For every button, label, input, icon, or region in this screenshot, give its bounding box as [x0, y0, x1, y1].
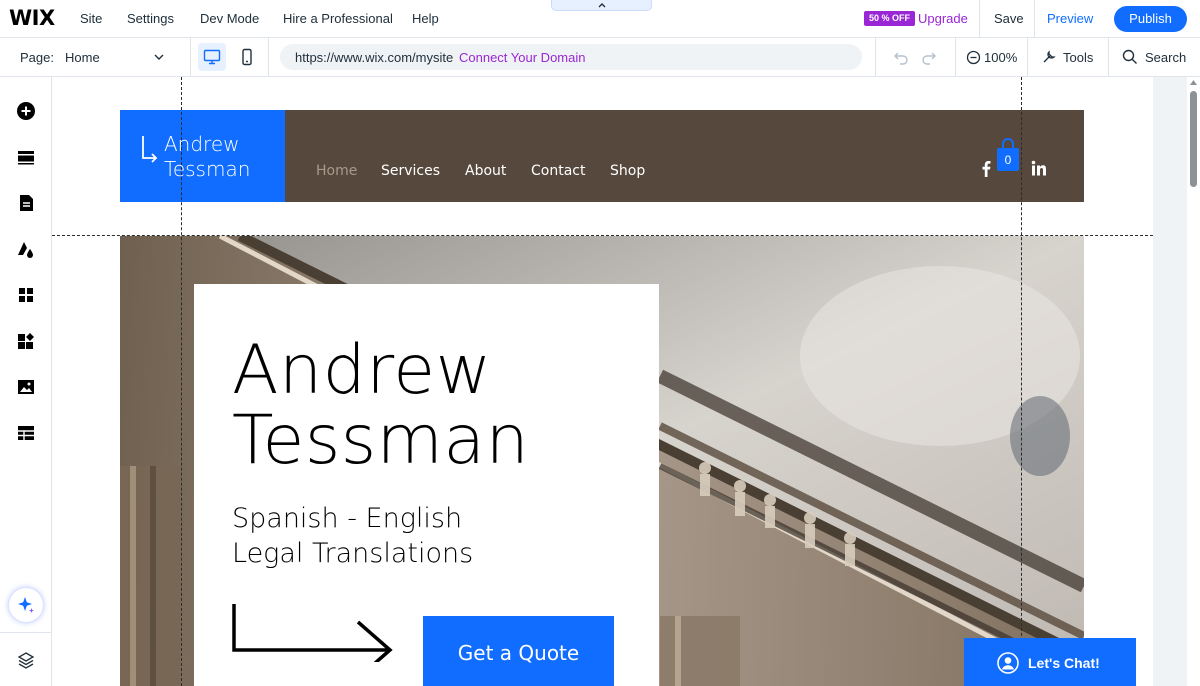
- save-button[interactable]: Save: [994, 11, 1024, 26]
- decorative-arrow-icon: [232, 604, 393, 662]
- hero-name-line-1: Andrew: [232, 331, 492, 410]
- hero-section[interactable]: Andrew Tessman Spanish - English Legal T…: [120, 236, 1084, 686]
- ai-assistant-icon: [18, 597, 34, 613]
- divider: [1034, 0, 1035, 38]
- brand-line-1: Andrew: [164, 132, 240, 156]
- media-button[interactable]: [14, 375, 38, 399]
- site-url: https://www.wix.com/mysite: [295, 50, 454, 65]
- undo-icon[interactable]: [893, 49, 909, 65]
- site-header[interactable]: Andrew Tessman Home Services About Conta…: [120, 110, 1084, 202]
- menu-settings[interactable]: Settings: [127, 11, 174, 26]
- tools-icon[interactable]: [1041, 49, 1057, 65]
- redo-icon[interactable]: [921, 49, 937, 65]
- mobile-icon: [242, 48, 252, 66]
- left-toolbar: [0, 77, 52, 686]
- site-brand-name[interactable]: Andrew Tessman: [164, 132, 250, 182]
- cms-button[interactable]: [14, 421, 38, 445]
- nav-shop[interactable]: Shop: [610, 163, 645, 179]
- layers-button[interactable]: [14, 648, 38, 672]
- preview-button[interactable]: Preview: [1047, 11, 1093, 26]
- business-apps-icon: [18, 333, 34, 349]
- tools-button[interactable]: Tools: [1063, 50, 1093, 65]
- divider: [875, 38, 876, 77]
- divider: [979, 0, 980, 38]
- gridline-left: [181, 77, 182, 686]
- zoom-out-icon[interactable]: [966, 50, 981, 65]
- site-url-bar[interactable]: https://www.wix.com/mysite Connect Your …: [280, 44, 862, 70]
- pages-icon: [20, 195, 33, 211]
- user-avatar-icon: [997, 652, 1019, 674]
- page-label: Page:: [20, 50, 54, 65]
- apps-icon: [19, 288, 33, 302]
- divider: [1108, 38, 1109, 77]
- corner-arrow-icon: [142, 136, 158, 163]
- editor-canvas[interactable]: Andrew Tessman Home Services About Conta…: [52, 77, 1153, 686]
- site-design-button[interactable]: [14, 237, 38, 261]
- search-icon[interactable]: [1122, 49, 1138, 65]
- hero-text-card[interactable]: Andrew Tessman Spanish - English Legal T…: [194, 284, 659, 686]
- nav-home[interactable]: Home: [316, 163, 357, 179]
- scrollbar-thumb[interactable]: [1190, 91, 1197, 187]
- ai-assistant-button[interactable]: [9, 588, 43, 622]
- section-guide-line: [52, 235, 1153, 236]
- desktop-view-button[interactable]: [198, 43, 226, 71]
- pages-menu-button[interactable]: [14, 191, 38, 215]
- hero-sub-line-1: Spanish - English: [232, 503, 463, 534]
- sections-icon: [18, 151, 34, 165]
- cart-count: 0: [1004, 153, 1012, 167]
- collapse-toolbar-handle[interactable]: [551, 0, 652, 11]
- linkedin-icon[interactable]: [1031, 160, 1047, 176]
- publish-button[interactable]: Publish: [1114, 6, 1187, 32]
- hero-subtitle[interactable]: Spanish - English Legal Translations: [232, 501, 473, 571]
- chat-widget[interactable]: Let's Chat!: [964, 638, 1136, 686]
- nav-about[interactable]: About: [465, 163, 506, 179]
- hero-name[interactable]: Andrew Tessman: [232, 336, 529, 476]
- add-elements-icon: [17, 102, 35, 120]
- nav-contact[interactable]: Contact: [531, 163, 585, 179]
- get-quote-button[interactable]: Get a Quote: [423, 616, 614, 686]
- desktop-icon: [203, 49, 221, 65]
- canvas-scrollbar[interactable]: [1187, 77, 1200, 686]
- brand-line-2: Tessman: [164, 157, 251, 181]
- hero-name-line-2: Tessman: [232, 401, 530, 480]
- wix-logo[interactable]: WIX: [9, 6, 55, 30]
- site-design-icon: [18, 242, 33, 258]
- upgrade-link[interactable]: Upgrade: [918, 11, 968, 26]
- layers-icon: [17, 652, 35, 669]
- chevron-down-icon[interactable]: [153, 52, 165, 62]
- media-icon: [18, 380, 34, 394]
- chat-label: Let's Chat!: [1028, 655, 1100, 671]
- hero-sub-line-2: Legal Translations: [232, 538, 474, 569]
- add-elements-button[interactable]: [14, 99, 38, 123]
- page-selector[interactable]: Home: [65, 50, 100, 65]
- business-apps-button[interactable]: [14, 329, 38, 353]
- add-apps-button[interactable]: [14, 283, 38, 307]
- connect-domain-link[interactable]: Connect Your Domain: [459, 50, 585, 65]
- cms-icon: [18, 426, 34, 440]
- divider: [955, 38, 956, 77]
- divider: [190, 38, 191, 77]
- gridline-right: [1021, 77, 1022, 686]
- scroll-up-icon[interactable]: [1190, 80, 1197, 86]
- cart-button[interactable]: 0: [995, 137, 1021, 173]
- site-logo-box[interactable]: Andrew Tessman: [120, 110, 285, 202]
- promo-badge: 50 % OFF: [864, 11, 916, 26]
- nav-services[interactable]: Services: [381, 163, 440, 179]
- search-button[interactable]: Search: [1145, 50, 1186, 65]
- menu-help[interactable]: Help: [412, 11, 439, 26]
- chevron-up-icon: [598, 3, 606, 8]
- editor-secondary-bar: Page: Home https://www.wix.com/mysite Co…: [0, 38, 1200, 77]
- menu-dev-mode[interactable]: Dev Mode: [200, 11, 259, 26]
- divider: [268, 38, 269, 77]
- menu-hire-professional[interactable]: Hire a Professional: [283, 11, 393, 26]
- facebook-icon[interactable]: [980, 160, 992, 178]
- divider: [1027, 38, 1028, 77]
- divider: [0, 632, 52, 633]
- mobile-view-button[interactable]: [233, 43, 261, 71]
- add-section-button[interactable]: [14, 145, 38, 169]
- menu-site[interactable]: Site: [80, 11, 102, 26]
- editor-top-bar: WIX Site Settings Dev Mode Hire a Profes…: [0, 0, 1200, 38]
- zoom-level[interactable]: 100%: [984, 50, 1017, 65]
